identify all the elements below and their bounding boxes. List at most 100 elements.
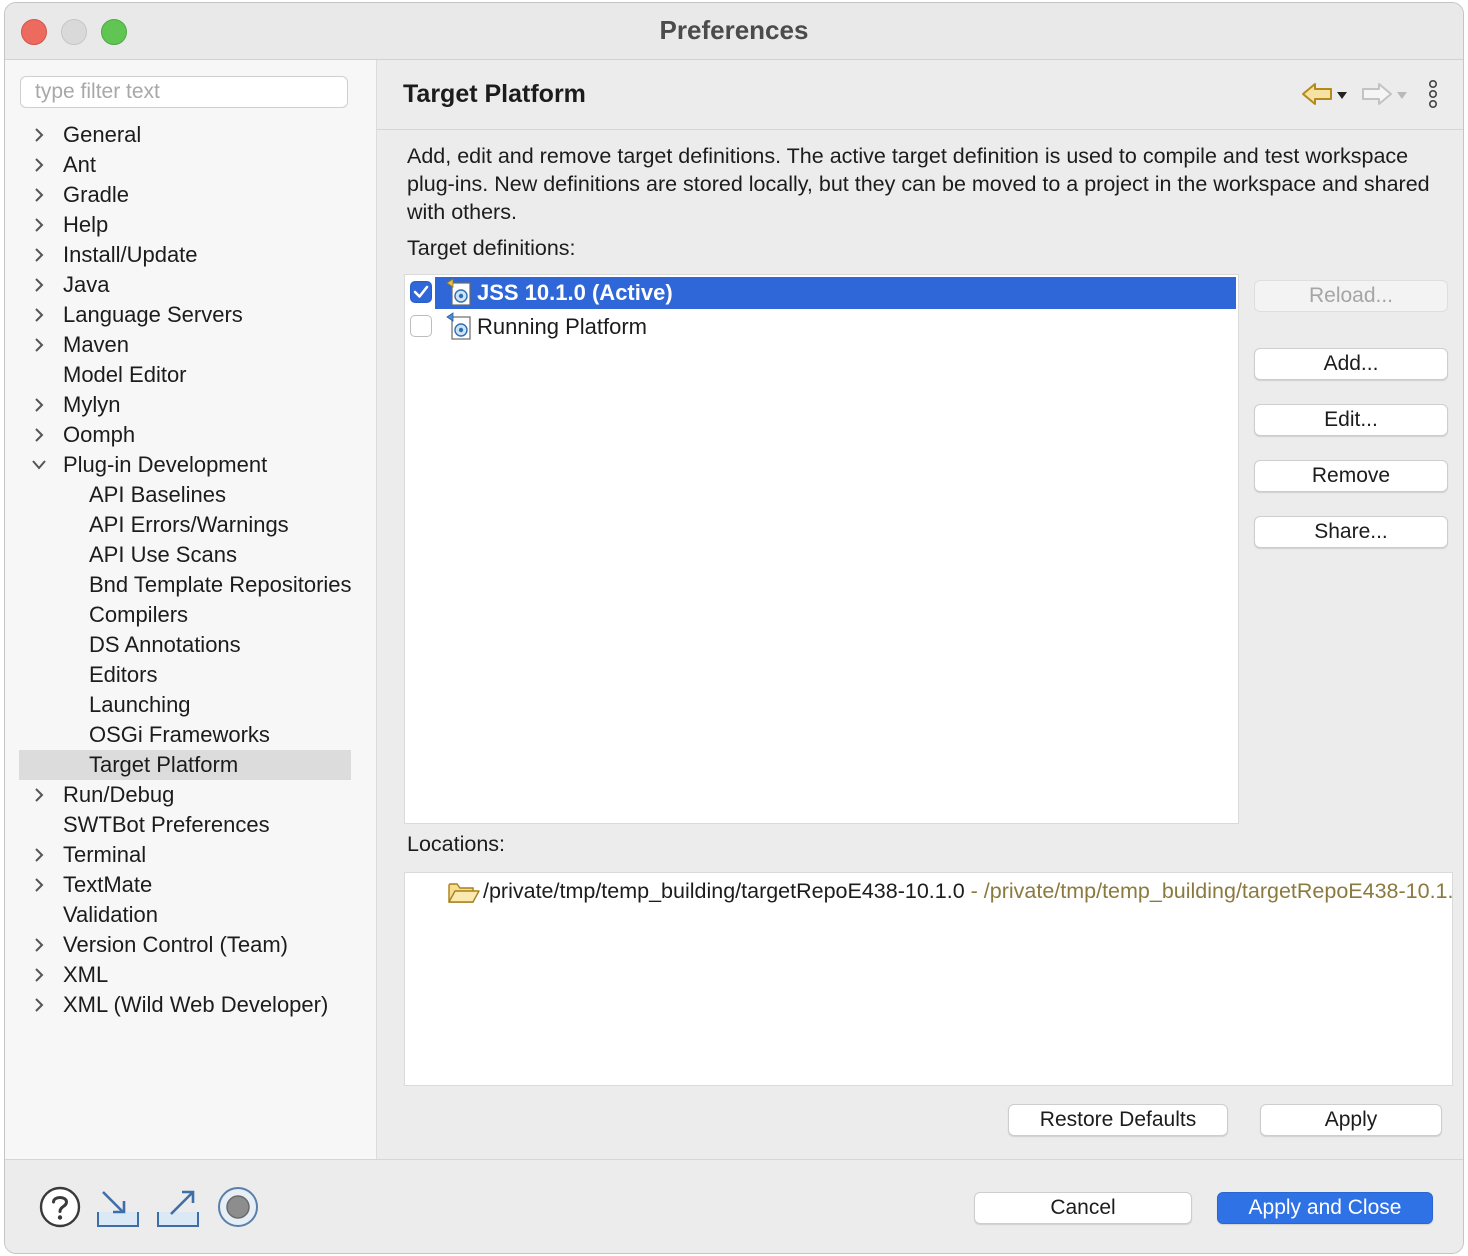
title-bar: Preferences xyxy=(5,3,1463,60)
tree-item-label: General xyxy=(63,122,142,147)
tree-item[interactable]: Target Platform xyxy=(19,750,351,780)
target-definitions-label: Target definitions: xyxy=(407,236,576,260)
target-checkbox[interactable] xyxy=(410,281,432,303)
chevron-down-icon[interactable] xyxy=(27,450,49,480)
tree-item[interactable]: API Errors/Warnings xyxy=(19,510,351,540)
tree-item[interactable]: Help xyxy=(19,210,351,240)
tree-item-label: Ant xyxy=(63,152,97,177)
view-menu-icon[interactable] xyxy=(1429,79,1438,108)
tree-item[interactable]: Run/Debug xyxy=(19,780,351,810)
chevron-right-icon[interactable] xyxy=(27,120,49,150)
chevron-right-icon[interactable] xyxy=(27,150,49,180)
tree-item[interactable]: Version Control (Team) xyxy=(19,930,351,960)
chevron-right-icon[interactable] xyxy=(27,870,49,900)
import-icon[interactable] xyxy=(95,1184,141,1230)
tree-item[interactable]: OSGi Frameworks xyxy=(19,720,351,750)
tree-item-label: Maven xyxy=(63,332,130,357)
tree-item-label: Validation xyxy=(63,902,158,927)
add-button[interactable]: Add... xyxy=(1254,348,1448,380)
tree-item[interactable]: Launching xyxy=(19,690,351,720)
chevron-right-icon[interactable] xyxy=(27,270,49,300)
forward-arrow-icon[interactable] xyxy=(1362,83,1407,105)
tree-item[interactable]: SWTBot Preferences xyxy=(19,810,351,840)
share-button[interactable]: Share... xyxy=(1254,516,1448,548)
tree-item[interactable]: Install/Update xyxy=(19,240,351,270)
location-row[interactable]: /private/tmp/temp_building/targetRepoE43… xyxy=(483,875,1452,907)
chevron-right-icon[interactable] xyxy=(27,240,49,270)
tree-item[interactable]: Language Servers xyxy=(19,300,351,330)
chevron-right-icon[interactable] xyxy=(27,330,49,360)
target-row[interactable]: JSS 10.1.0 (Active) xyxy=(407,277,1236,309)
chevron-right-icon[interactable] xyxy=(27,990,49,1020)
edit-button[interactable]: Edit... xyxy=(1254,404,1448,436)
tree-item-label: Gradle xyxy=(63,182,130,207)
preferences-tree: General Ant Gradle Help Install/Update Java La… xyxy=(19,120,351,1020)
tree-item-label: XML (Wild Web Developer) xyxy=(63,992,329,1017)
chevron-right-icon[interactable] xyxy=(27,210,49,240)
tree-item[interactable]: TextMate xyxy=(19,870,351,900)
target-definition-icon xyxy=(445,311,475,343)
restore-defaults-button[interactable]: Restore Defaults xyxy=(1008,1104,1228,1136)
preferences-window: Preferences General Ant Gradle Help Install/… xyxy=(4,2,1464,1254)
tree-item[interactable]: Bnd Template Repositories xyxy=(19,570,351,600)
chevron-right-icon[interactable] xyxy=(27,180,49,210)
tree-item[interactable]: Terminal xyxy=(19,840,351,870)
apply-and-close-button[interactable]: Apply and Close xyxy=(1217,1192,1433,1224)
chevron-right-icon[interactable] xyxy=(27,300,49,330)
tree-item[interactable]: Plug-in Development xyxy=(19,450,351,480)
chevron-right-icon[interactable] xyxy=(27,960,49,990)
tree-item[interactable]: XML xyxy=(19,960,351,990)
page-header: Target Platform xyxy=(377,60,1463,130)
back-arrow-icon[interactable] xyxy=(1302,83,1347,105)
tree-item-label: Version Control (Team) xyxy=(63,932,288,957)
target-checkbox[interactable] xyxy=(410,315,432,337)
page-title: Target Platform xyxy=(403,80,586,108)
tree-item-label: API Errors/Warnings xyxy=(89,512,289,537)
export-icon[interactable] xyxy=(155,1184,201,1230)
target-label: JSS 10.1.0 (Active) xyxy=(477,280,673,305)
locations-label: Locations: xyxy=(407,832,506,856)
filter-input[interactable] xyxy=(20,76,348,108)
tree-item-label: XML xyxy=(63,962,109,987)
locations-list[interactable]: /private/tmp/temp_building/targetRepoE43… xyxy=(404,872,1453,1086)
tree-item-label: Plug-in Development xyxy=(63,452,268,477)
tree-item[interactable]: Maven xyxy=(19,330,351,360)
tree-item[interactable]: API Baselines xyxy=(19,480,351,510)
tree-item[interactable]: DS Annotations xyxy=(19,630,351,660)
tree-item[interactable]: Model Editor xyxy=(19,360,351,390)
chevron-right-icon[interactable] xyxy=(27,780,49,810)
tree-item-label: Oomph xyxy=(63,422,136,447)
tree-item-label: Editors xyxy=(89,662,158,687)
tree-item-label: Java xyxy=(63,272,110,297)
tree-item[interactable]: Mylyn xyxy=(19,390,351,420)
tree-item[interactable]: Ant xyxy=(19,150,351,180)
header-toolbar xyxy=(1301,79,1441,110)
apply-button[interactable]: Apply xyxy=(1260,1104,1442,1136)
remove-button[interactable]: Remove xyxy=(1254,460,1448,492)
target-definitions-list[interactable]: JSS 10.1.0 (Active) Running Platform xyxy=(404,274,1239,824)
tree-item[interactable]: Compilers xyxy=(19,600,351,630)
tree-item[interactable]: General xyxy=(19,120,351,150)
target-row[interactable]: Running Platform xyxy=(407,311,1236,343)
reload-button[interactable]: Reload... xyxy=(1254,280,1448,312)
record-icon[interactable] xyxy=(215,1184,261,1230)
chevron-right-icon[interactable] xyxy=(27,420,49,450)
tree-item[interactable]: Gradle xyxy=(19,180,351,210)
tree-item[interactable]: XML (Wild Web Developer) xyxy=(19,990,351,1020)
tree-item[interactable]: Validation xyxy=(19,900,351,930)
chevron-right-icon[interactable] xyxy=(27,390,49,420)
chevron-right-icon[interactable] xyxy=(27,930,49,960)
folder-icon xyxy=(448,883,480,903)
tree-item-label: Bnd Template Repositories xyxy=(89,572,351,597)
tree-item-label: SWTBot Preferences xyxy=(63,812,270,837)
help-icon[interactable] xyxy=(37,1184,83,1230)
tree-item[interactable]: Oomph xyxy=(19,420,351,450)
preference-page: Target Platform Add, edit and remove tar… xyxy=(377,60,1463,1159)
cancel-button[interactable]: Cancel xyxy=(974,1192,1192,1224)
tree-item-label: TextMate xyxy=(63,872,153,897)
tree-item[interactable]: Editors xyxy=(19,660,351,690)
tree-item[interactable]: API Use Scans xyxy=(19,540,351,570)
dialog-button-bar: Cancel Apply and Close xyxy=(5,1159,1463,1253)
tree-item[interactable]: Java xyxy=(19,270,351,300)
chevron-right-icon[interactable] xyxy=(27,840,49,870)
